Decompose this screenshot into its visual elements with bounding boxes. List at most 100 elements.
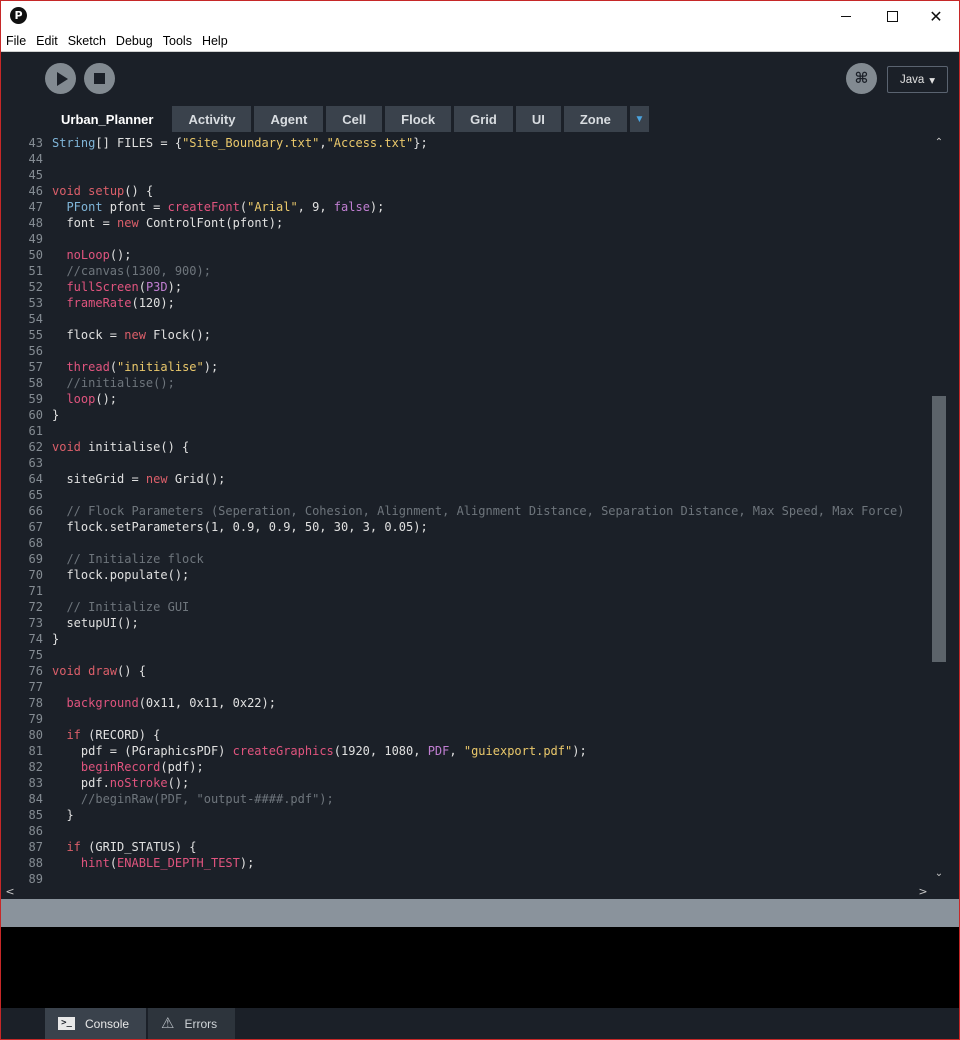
line-code[interactable]: void initialise() {	[52, 439, 189, 455]
code-line[interactable]: 66 // Flock Parameters (Seperation, Cohe…	[1, 503, 931, 519]
errors-tab[interactable]: ⚠ Errors	[148, 1008, 235, 1039]
code-line[interactable]: 58 //initialise();	[1, 375, 931, 391]
line-code[interactable]: }	[52, 807, 73, 823]
mode-selector[interactable]: Java ▾	[887, 66, 948, 93]
code-line[interactable]: 84 //beginRaw(PDF, "output-####.pdf");	[1, 791, 931, 807]
line-code[interactable]: if (GRID_STATUS) {	[52, 839, 196, 855]
tab-activity[interactable]: Activity	[172, 106, 252, 132]
line-code[interactable]: font = new ControlFont(pfont);	[52, 215, 283, 231]
line-code[interactable]: //canvas(1300, 900);	[52, 263, 211, 279]
code-line[interactable]: 52 fullScreen(P3D);	[1, 279, 931, 295]
menu-help[interactable]: Help	[201, 34, 229, 48]
line-code[interactable]: // Flock Parameters (Seperation, Cohesio…	[52, 503, 904, 519]
code-line[interactable]: 54	[1, 311, 931, 327]
menu-debug[interactable]: Debug	[115, 34, 154, 48]
vertical-scroll-thumb[interactable]	[932, 396, 946, 662]
tab-grid[interactable]: Grid	[454, 106, 513, 132]
close-button[interactable]: ✕	[913, 1, 959, 31]
scroll-left-arrow-icon[interactable]: <	[2, 883, 18, 899]
menu-sketch[interactable]: Sketch	[67, 34, 107, 48]
scroll-down-arrow-icon[interactable]: ⌄	[931, 865, 947, 881]
console-tab[interactable]: >_ Console	[45, 1008, 146, 1039]
code-line[interactable]: 48 font = new ControlFont(pfont);	[1, 215, 931, 231]
code-line[interactable]: 64 siteGrid = new Grid();	[1, 471, 931, 487]
code-line[interactable]: 77	[1, 679, 931, 695]
line-code[interactable]: setupUI();	[52, 615, 138, 631]
tab-cell[interactable]: Cell	[326, 106, 383, 132]
code-line[interactable]: 82 beginRecord(pdf);	[1, 759, 931, 775]
code-line[interactable]: 45	[1, 167, 931, 183]
code-line[interactable]: 49	[1, 231, 931, 247]
code-line[interactable]: 73 setupUI();	[1, 615, 931, 631]
code-line[interactable]: 79	[1, 711, 931, 727]
tab-agent[interactable]: Agent	[254, 106, 324, 132]
scroll-right-arrow-icon[interactable]: >	[915, 883, 931, 899]
console-output[interactable]	[1, 927, 959, 1008]
code-line[interactable]: 55 flock = new Flock();	[1, 327, 931, 343]
line-code[interactable]: }	[52, 631, 59, 647]
code-line[interactable]: 63	[1, 455, 931, 471]
debug-button[interactable]: ⌘	[846, 63, 877, 94]
code-line[interactable]: 83 pdf.noStroke();	[1, 775, 931, 791]
tab-ui[interactable]: UI	[515, 106, 561, 132]
code-line[interactable]: 65	[1, 487, 931, 503]
line-code[interactable]: PFont pfont = createFont("Arial", 9, fal…	[52, 199, 384, 215]
stop-button[interactable]	[84, 63, 115, 94]
code-line[interactable]: 75	[1, 647, 931, 663]
tab-flock[interactable]: Flock	[385, 106, 452, 132]
line-code[interactable]: pdf = (PGraphicsPDF) createGraphics(1920…	[52, 743, 587, 759]
code-line[interactable]: 71	[1, 583, 931, 599]
code-line[interactable]: 74}	[1, 631, 931, 647]
tab-zone[interactable]: Zone	[563, 106, 627, 132]
code-line[interactable]: 44	[1, 151, 931, 167]
code-line[interactable]: 89	[1, 871, 931, 883]
code-line[interactable]: 72 // Initialize GUI	[1, 599, 931, 615]
code-line[interactable]: 78 background(0x11, 0x11, 0x22);	[1, 695, 931, 711]
code-line[interactable]: 51 //canvas(1300, 900);	[1, 263, 931, 279]
line-code[interactable]: flock = new Flock();	[52, 327, 211, 343]
code-line[interactable]: 76 void draw() {	[1, 663, 931, 679]
code-line[interactable]: 88 hint(ENABLE_DEPTH_TEST);	[1, 855, 931, 871]
line-code[interactable]: //initialise();	[52, 375, 174, 391]
vertical-scrollbar[interactable]: ⌃ ⌄	[931, 132, 947, 883]
maximize-button[interactable]	[869, 1, 915, 31]
line-code[interactable]: flock.setParameters(1, 0.9, 0.9, 50, 30,…	[52, 519, 427, 535]
code-line[interactable]: 53 frameRate(120);	[1, 295, 931, 311]
line-code[interactable]: flock.populate();	[52, 567, 189, 583]
code-line[interactable]: 86	[1, 823, 931, 839]
line-code[interactable]: pdf.noStroke();	[52, 775, 189, 791]
line-code[interactable]: void setup() {	[52, 183, 153, 199]
line-code[interactable]: // Initialize flock	[52, 551, 203, 567]
line-code[interactable]: void draw() {	[52, 663, 146, 679]
code-line[interactable]: 80 if (RECORD) {	[1, 727, 931, 743]
code-line[interactable]: 70 flock.populate();	[1, 567, 931, 583]
code-line[interactable]: 67 flock.setParameters(1, 0.9, 0.9, 50, …	[1, 519, 931, 535]
code-line[interactable]: 47 PFont pfont = createFont("Arial", 9, …	[1, 199, 931, 215]
tab-menu-button[interactable]: ▼	[629, 106, 649, 132]
code-line[interactable]: 61	[1, 423, 931, 439]
code-line[interactable]: 69 // Initialize flock	[1, 551, 931, 567]
minimize-button[interactable]	[823, 1, 869, 31]
horizontal-scrollbar[interactable]: < >	[1, 883, 947, 899]
code-line[interactable]: 46 void setup() {	[1, 183, 931, 199]
line-code[interactable]: background(0x11, 0x11, 0x22);	[52, 695, 276, 711]
code-line[interactable]: 56	[1, 343, 931, 359]
menu-tools[interactable]: Tools	[162, 34, 193, 48]
line-code[interactable]: beginRecord(pdf);	[52, 759, 204, 775]
code-line[interactable]: 68	[1, 535, 931, 551]
line-code[interactable]: siteGrid = new Grid();	[52, 471, 225, 487]
line-code[interactable]: hint(ENABLE_DEPTH_TEST);	[52, 855, 254, 871]
line-code[interactable]: // Initialize GUI	[52, 599, 189, 615]
code-line[interactable]: 59 loop();	[1, 391, 931, 407]
line-code[interactable]: thread("initialise");	[52, 359, 218, 375]
code-line[interactable]: 43 String[] FILES = {"Site_Boundary.txt",…	[1, 135, 931, 151]
code-line[interactable]: 50 noLoop();	[1, 247, 931, 263]
tab-urban-planner[interactable]: Urban_Planner	[45, 106, 170, 132]
line-code[interactable]: frameRate(120);	[52, 295, 174, 311]
code-text-area[interactable]: 43 String[] FILES = {"Site_Boundary.txt",…	[1, 135, 931, 883]
line-code[interactable]: //beginRaw(PDF, "output-####.pdf");	[52, 791, 334, 807]
line-code[interactable]: if (RECORD) {	[52, 727, 160, 743]
line-code[interactable]: loop();	[52, 391, 117, 407]
code-line[interactable]: 87 if (GRID_STATUS) {	[1, 839, 931, 855]
code-editor[interactable]: 43 String[] FILES = {"Site_Boundary.txt",…	[1, 132, 931, 883]
